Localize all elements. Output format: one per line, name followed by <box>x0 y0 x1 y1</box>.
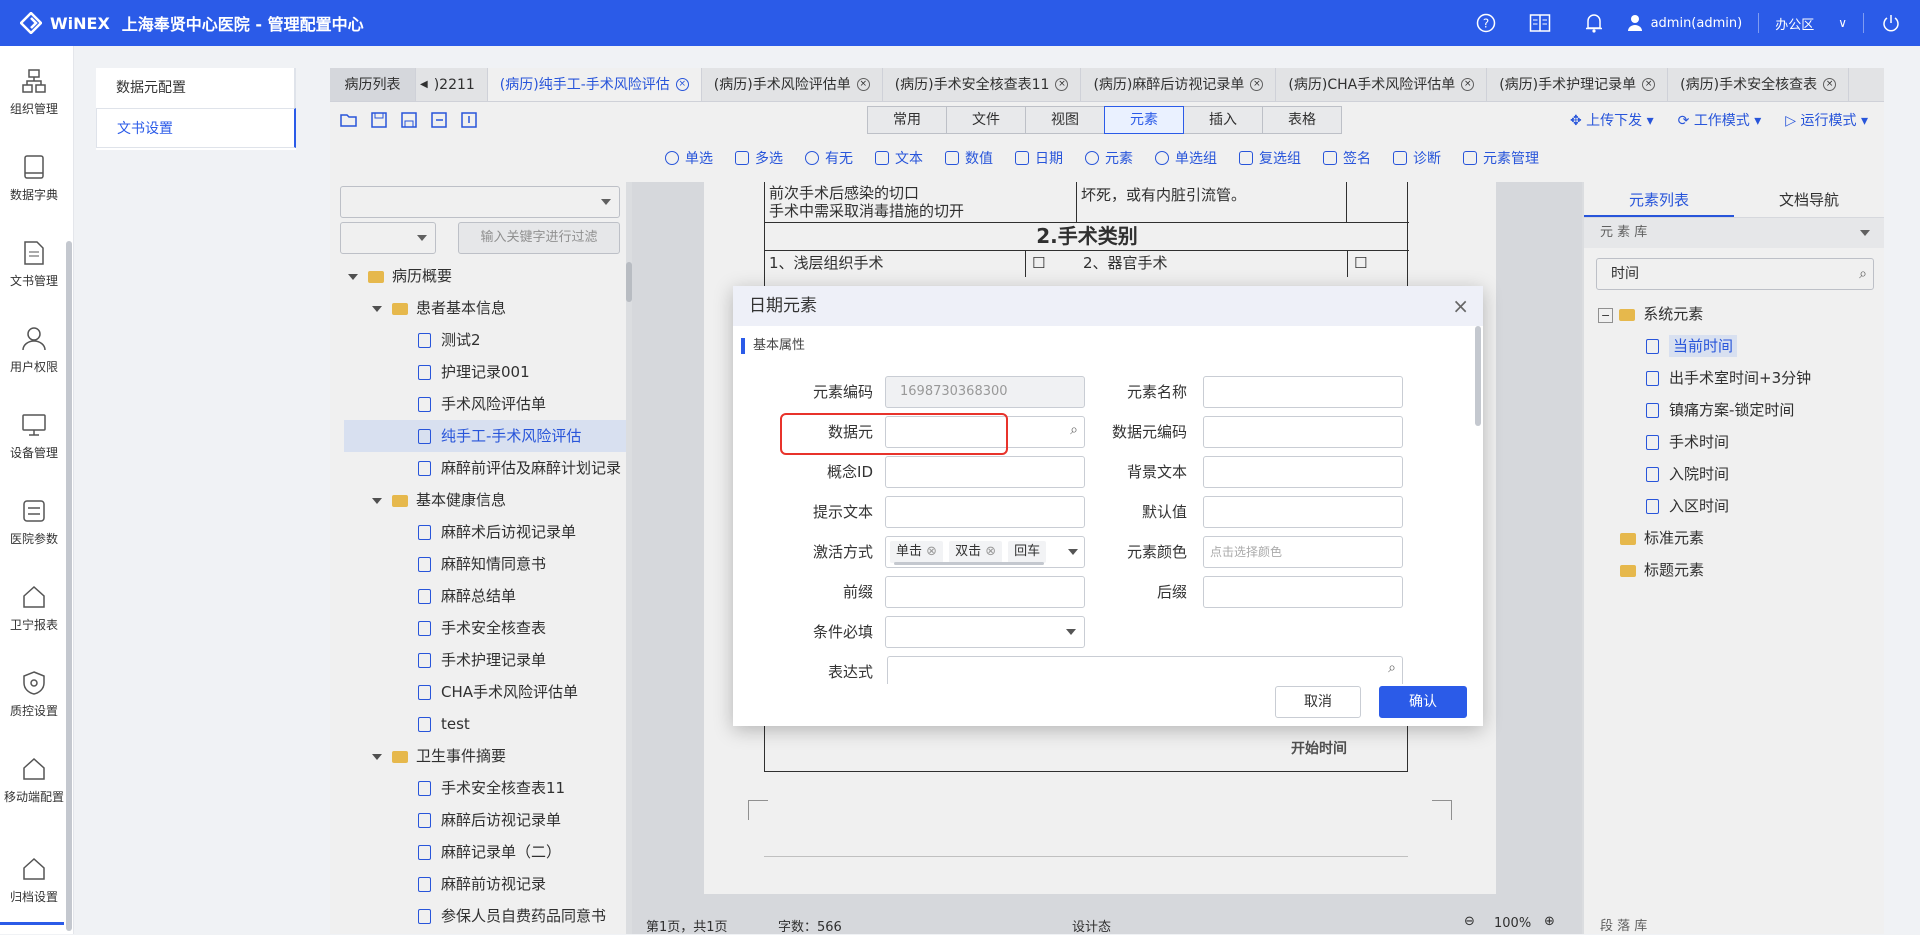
document-icon <box>24 241 44 265</box>
app-title: 上海奉贤中心医院 - 管理配置中心 <box>121 15 364 34</box>
scrollbar[interactable] <box>66 241 72 931</box>
date-element-dialog: 日期元素 × 基本属性 元素编码 1698730368300 元素名称 数据元 … <box>733 286 1483 726</box>
field-label: 元素颜色 <box>1126 543 1187 561</box>
background-text-input[interactable] <box>1203 456 1403 488</box>
bell-icon[interactable] <box>1583 12 1605 34</box>
nav-mobile[interactable]: 移动端配置 <box>0 756 68 805</box>
conditional-required-select[interactable] <box>885 616 1085 648</box>
field-label: 条件必填 <box>812 623 873 641</box>
nav-qc[interactable]: 质控设置 <box>0 670 68 719</box>
org-icon <box>22 69 46 93</box>
field-label: 概念ID <box>827 463 873 481</box>
book-open-icon[interactable] <box>1529 12 1551 34</box>
help-icon[interactable]: ? <box>1475 12 1497 34</box>
nav-label: 质控设置 <box>9 704 58 718</box>
office-label: 办公区 <box>1775 17 1815 33</box>
nav-reports[interactable]: 卫宁报表 <box>0 584 68 633</box>
chip: 双击 ⊗ <box>949 541 1003 563</box>
left-nav: 组织管理 数据字典 文书管理 用户权限 设备管理 医院参数 卫宁报表 质控设置 … <box>0 46 74 934</box>
cancel-button[interactable]: 取消 <box>1275 686 1361 718</box>
divider <box>294 68 296 108</box>
nav-users[interactable]: 用户权限 <box>0 326 68 375</box>
dialog-title: 日期元素 <box>749 296 817 316</box>
nav-label: 文书管理 <box>9 274 58 288</box>
suffix-input[interactable] <box>1203 576 1403 608</box>
field-label: 表达式 <box>827 663 873 681</box>
subnav-data-element-config[interactable]: 数据元配置 <box>96 68 296 108</box>
field-label: 数据元编码 <box>1111 423 1187 441</box>
nav-label: 用户权限 <box>9 360 58 374</box>
field-label: 提示文本 <box>812 503 873 521</box>
chip: 回车 <box>1008 541 1047 563</box>
nav-label: 归档设置 <box>9 890 58 904</box>
report-icon <box>23 585 45 608</box>
data-element-code-input[interactable] <box>1203 416 1403 448</box>
nav-label: 组织管理 <box>9 102 58 116</box>
nav-label: 医院参数 <box>9 532 58 546</box>
nav-org[interactable]: 组织管理 <box>0 68 68 117</box>
mobile-icon <box>23 757 45 780</box>
ribbon-tab-element[interactable]: 元素 <box>1104 106 1184 134</box>
field-label: 激活方式 <box>812 543 873 561</box>
logo-icon <box>20 12 42 34</box>
active-indicator <box>0 922 64 934</box>
nav-label: 数据字典 <box>9 188 58 202</box>
nav-documents[interactable]: 文书管理 <box>0 240 68 289</box>
nav-label: 移动端配置 <box>3 790 64 804</box>
chevron-down-icon: ∨ <box>1838 16 1847 30</box>
nav-dictionary[interactable]: 数据字典 <box>0 154 68 203</box>
caret-down-icon <box>1066 629 1076 635</box>
nav-archive[interactable]: 归档设置 <box>0 856 68 905</box>
default-value-input[interactable] <box>1203 496 1403 528</box>
divider <box>1758 13 1760 33</box>
section-title: 基本属性 <box>741 338 805 354</box>
hint-text-input[interactable] <box>885 496 1085 528</box>
dialog-header: 日期元素 × <box>733 286 1483 326</box>
sub-nav: 数据元配置 文书设置 <box>96 68 296 150</box>
monitor-icon <box>22 414 46 436</box>
field-label: 默认值 <box>1141 503 1187 521</box>
nav-label: 设备管理 <box>9 446 58 460</box>
field-label: 元素编码 <box>812 383 873 401</box>
office-selector[interactable]: 办公区 ∨ <box>1775 14 1847 33</box>
scrollbar[interactable] <box>1475 326 1481 426</box>
scrollbar[interactable] <box>894 562 1044 565</box>
prefix-input[interactable] <box>885 576 1085 608</box>
chip: 单击 ⊗ <box>890 541 944 563</box>
user-name: admin(admin) <box>1650 15 1743 31</box>
concept-id-input[interactable] <box>885 456 1085 488</box>
subnav-document-settings[interactable]: 文书设置 <box>96 108 296 148</box>
element-color-input[interactable]: 点击选择颜色 <box>1203 536 1403 568</box>
field-label: 元素名称 <box>1126 383 1187 401</box>
book-icon <box>24 155 44 179</box>
lookup-icon[interactable]: ⌕ <box>1388 660 1396 676</box>
confirm-button[interactable]: 确认 <box>1379 686 1467 718</box>
brand-name: WiNEX <box>50 13 110 33</box>
user-icon <box>22 327 46 351</box>
power-icon[interactable] <box>1880 12 1902 34</box>
settings-icon <box>23 500 45 522</box>
expression-input[interactable]: ⌕ <box>887 656 1403 684</box>
highlight-box <box>780 413 1008 455</box>
archive-icon <box>23 857 45 880</box>
divider <box>1863 13 1864 33</box>
nav-label: 卫宁报表 <box>9 618 58 632</box>
activation-select[interactable]: 单击 ⊗ 双击 ⊗ 回车 <box>885 536 1085 568</box>
logo: WiNEX <box>20 12 110 34</box>
user-menu[interactable]: admin(admin) <box>1627 14 1743 32</box>
element-name-input[interactable] <box>1203 376 1403 408</box>
field-label: 后缀 <box>1156 583 1187 601</box>
close-icon[interactable]: × <box>1452 286 1469 326</box>
nav-devices[interactable]: 设备管理 <box>0 412 68 461</box>
field-label: 前缀 <box>842 583 873 601</box>
nav-hospital-params[interactable]: 医院参数 <box>0 498 68 547</box>
top-bar: WiNEX 上海奉贤中心医院 - 管理配置中心 ? admin(admin) 办… <box>0 0 1920 46</box>
shield-icon <box>23 671 45 695</box>
user-icon <box>1627 15 1642 31</box>
svg-text:?: ? <box>1482 17 1488 31</box>
element-code-input[interactable]: 1698730368300 <box>885 376 1085 408</box>
field-label: 背景文本 <box>1126 463 1187 481</box>
